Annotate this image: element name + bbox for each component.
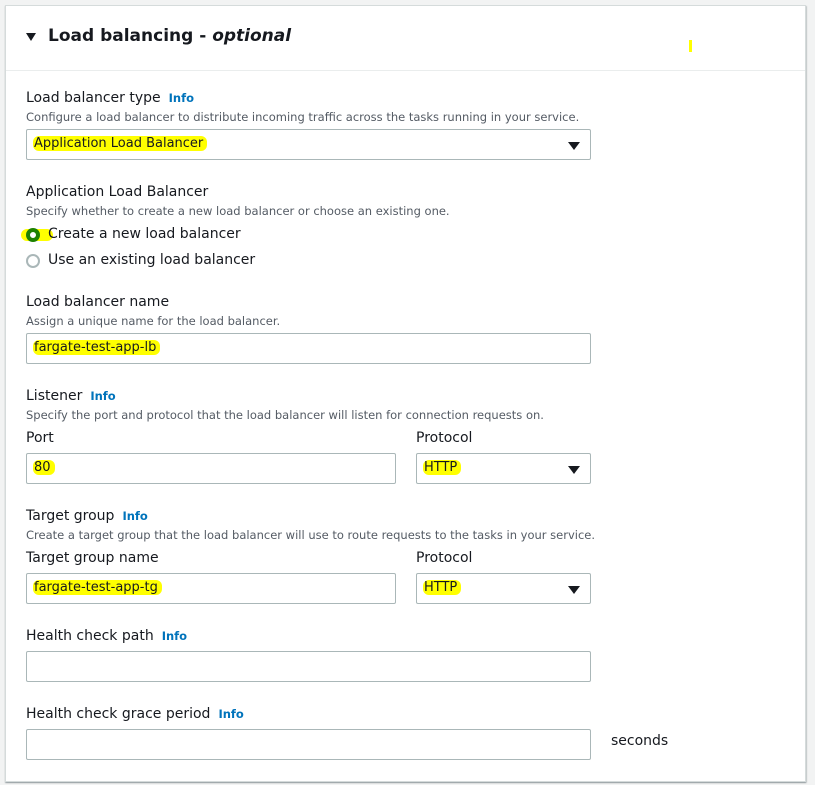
listener-protocol-select[interactable]: HTTP <box>416 453 591 484</box>
lb-type-description: Configure a load balancer to distribute … <box>26 110 580 124</box>
section-title[interactable]: Load balancing - optional <box>48 26 291 46</box>
lb-name-value-text: fargate-test-app-lb <box>33 340 161 355</box>
radio-use-existing[interactable] <box>26 254 40 268</box>
dropdown-caret-icon <box>568 586 580 594</box>
caret-down-icon[interactable] <box>26 33 36 41</box>
listener-description: Specify the port and protocol that the l… <box>26 408 544 422</box>
port-label: Port <box>26 430 54 446</box>
target-protocol-value: HTTP <box>423 580 462 595</box>
target-protocol-label: Protocol <box>416 550 473 566</box>
health-check-path-input[interactable] <box>26 651 591 682</box>
listener-protocol-value-text: HTTP <box>423 460 462 475</box>
health-check-grace-info-link[interactable]: Info <box>218 707 243 721</box>
target-group-label-text: Target group <box>26 508 115 524</box>
health-check-path-info-link[interactable]: Info <box>162 629 187 643</box>
health-check-grace-label-text: Health check grace period <box>26 706 211 722</box>
lb-type-select[interactable]: Application Load Balancer <box>26 129 591 160</box>
listener-protocol-value: HTTP <box>423 460 462 475</box>
target-group-name-label: Target group name <box>26 550 159 566</box>
lb-type-selected: Application Load Balancer <box>33 136 208 151</box>
lb-type-label: Load balancer type Info <box>26 90 194 106</box>
target-group-name-input[interactable]: fargate-test-app-tg <box>26 573 396 604</box>
health-check-grace-label: Health check grace period Info <box>26 706 244 722</box>
listener-protocol-label: Protocol <box>416 430 473 446</box>
target-protocol-select[interactable]: HTTP <box>416 573 591 604</box>
radio-create-new[interactable] <box>26 228 40 242</box>
port-value-text: 80 <box>33 460 55 475</box>
alb-label: Application Load Balancer <box>26 184 209 200</box>
health-check-grace-input[interactable] <box>26 729 591 760</box>
radio-create-new-label[interactable]: Create a new load balancer <box>48 226 241 242</box>
target-group-name-value-text: fargate-test-app-tg <box>33 580 162 595</box>
dropdown-caret-icon <box>568 466 580 474</box>
target-group-label: Target group Info <box>26 508 148 524</box>
health-check-path-label: Health check path Info <box>26 628 187 644</box>
listener-label: Listener Info <box>26 388 116 404</box>
lb-name-label: Load balancer name <box>26 294 170 310</box>
panel-header[interactable]: Load balancing - optional <box>6 6 805 71</box>
section-title-text: Load balancing - <box>48 26 213 46</box>
target-group-description: Create a target group that the load bala… <box>26 528 596 542</box>
target-group-name-value: fargate-test-app-tg <box>33 580 162 595</box>
lb-type-label-text: Load balancer type <box>26 90 161 106</box>
alb-description: Specify whether to create a new load bal… <box>26 204 450 218</box>
lb-name-description: Assign a unique name for the load balanc… <box>26 314 281 328</box>
port-input[interactable]: 80 <box>26 453 396 484</box>
lb-name-value: fargate-test-app-lb <box>33 340 161 355</box>
seconds-unit-label: seconds <box>611 733 669 749</box>
radio-use-existing-label[interactable]: Use an existing load balancer <box>48 252 255 268</box>
lb-type-info-link[interactable]: Info <box>169 91 194 105</box>
section-title-optional: optional <box>212 26 292 46</box>
dropdown-caret-icon <box>568 142 580 150</box>
lb-name-input[interactable]: fargate-test-app-lb <box>26 333 591 364</box>
highlight-mark <box>689 40 692 52</box>
port-value: 80 <box>33 460 55 475</box>
listener-label-text: Listener <box>26 388 83 404</box>
target-protocol-value-text: HTTP <box>423 580 462 595</box>
health-check-path-label-text: Health check path <box>26 628 154 644</box>
lb-type-selected-text: Application Load Balancer <box>33 136 208 151</box>
listener-info-link[interactable]: Info <box>90 389 115 403</box>
target-group-info-link[interactable]: Info <box>122 509 147 523</box>
